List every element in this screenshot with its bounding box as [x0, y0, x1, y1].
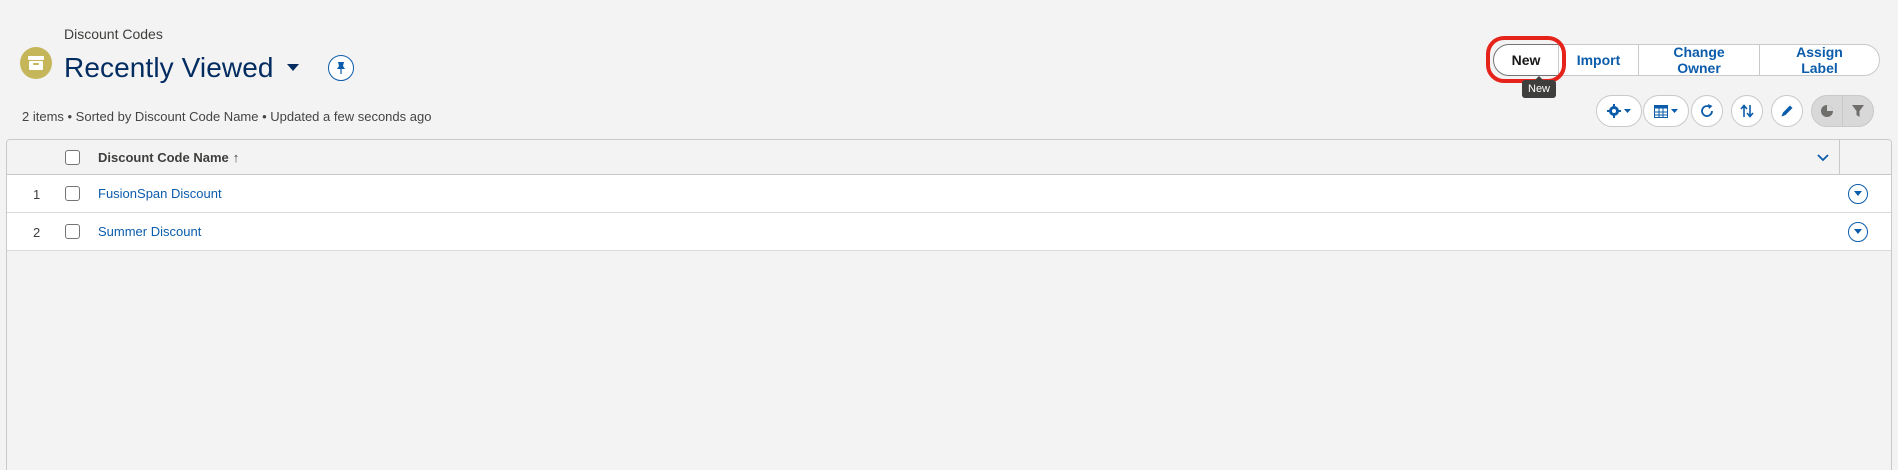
column-header-discount-code-name[interactable]: Discount Code Name ↑ — [98, 150, 239, 165]
column-header-label: Discount Code Name — [98, 150, 229, 165]
sort-button[interactable] — [1731, 95, 1763, 127]
pin-icon — [336, 62, 345, 74]
table-row: 1 FusionSpan Discount — [7, 175, 1891, 213]
object-type-label: Discount Codes — [64, 26, 163, 42]
list-view-picker-button[interactable] — [284, 59, 302, 77]
row-checkbox[interactable] — [65, 186, 80, 201]
title-row: Recently Viewed — [64, 50, 354, 86]
row-number: 1 — [33, 187, 41, 202]
sort-icon — [1740, 104, 1754, 118]
caret-down-icon — [1624, 108, 1631, 113]
change-owner-button[interactable]: Change Owner — [1638, 44, 1760, 76]
row-actions-button[interactable] — [1848, 222, 1868, 242]
discount-code-link[interactable]: FusionSpan Discount — [98, 186, 222, 201]
table-row: 2 Summer Discount — [7, 213, 1891, 251]
chart-filter-group — [1811, 95, 1874, 127]
row-actions-button[interactable] — [1848, 184, 1868, 204]
filter-icon — [1852, 105, 1864, 117]
discount-code-link[interactable]: Summer Discount — [98, 224, 201, 239]
row-checkbox-cell — [65, 186, 80, 201]
column-actions-button[interactable] — [1815, 150, 1831, 166]
display-as-button[interactable] — [1643, 95, 1689, 127]
select-all-checkbox[interactable] — [65, 150, 80, 165]
settings-icon — [1607, 104, 1621, 118]
table-header: Discount Code Name ↑ — [7, 140, 1891, 175]
caret-down-icon — [1854, 229, 1862, 234]
assign-label-button[interactable]: Assign Label — [1759, 44, 1880, 76]
list-view-controls — [0, 95, 1898, 127]
select-all-checkbox-cell — [65, 150, 80, 165]
refresh-icon — [1701, 104, 1713, 117]
row-checkbox-cell — [65, 224, 80, 239]
list-view-settings-button[interactable] — [1596, 95, 1642, 127]
new-button[interactable]: New — [1493, 44, 1559, 76]
filter-button[interactable] — [1842, 95, 1874, 127]
row-number: 2 — [33, 225, 41, 240]
caret-down-icon — [1671, 108, 1678, 113]
pin-button[interactable] — [327, 55, 354, 81]
page-title: Recently Viewed — [64, 52, 274, 83]
refresh-button[interactable] — [1691, 95, 1723, 127]
column-divider — [1839, 140, 1840, 175]
caret-down-icon — [286, 64, 299, 71]
caret-down-icon — [1854, 191, 1862, 196]
table-view-icon — [1654, 104, 1668, 118]
inline-edit-button[interactable] — [1771, 95, 1803, 127]
chevron-down-icon — [1817, 154, 1829, 162]
row-checkbox[interactable] — [65, 224, 80, 239]
chart-icon — [1821, 105, 1833, 117]
import-button[interactable]: Import — [1558, 44, 1639, 76]
chart-button[interactable] — [1811, 95, 1843, 127]
sort-ascending-icon: ↑ — [232, 150, 240, 165]
edit-icon — [1781, 105, 1793, 117]
list-view-table: Discount Code Name ↑ 1 FusionSpan Discou… — [6, 139, 1892, 470]
archive-box-icon — [20, 47, 52, 79]
list-actions: New Import Change Owner Assign Label — [1493, 44, 1880, 76]
